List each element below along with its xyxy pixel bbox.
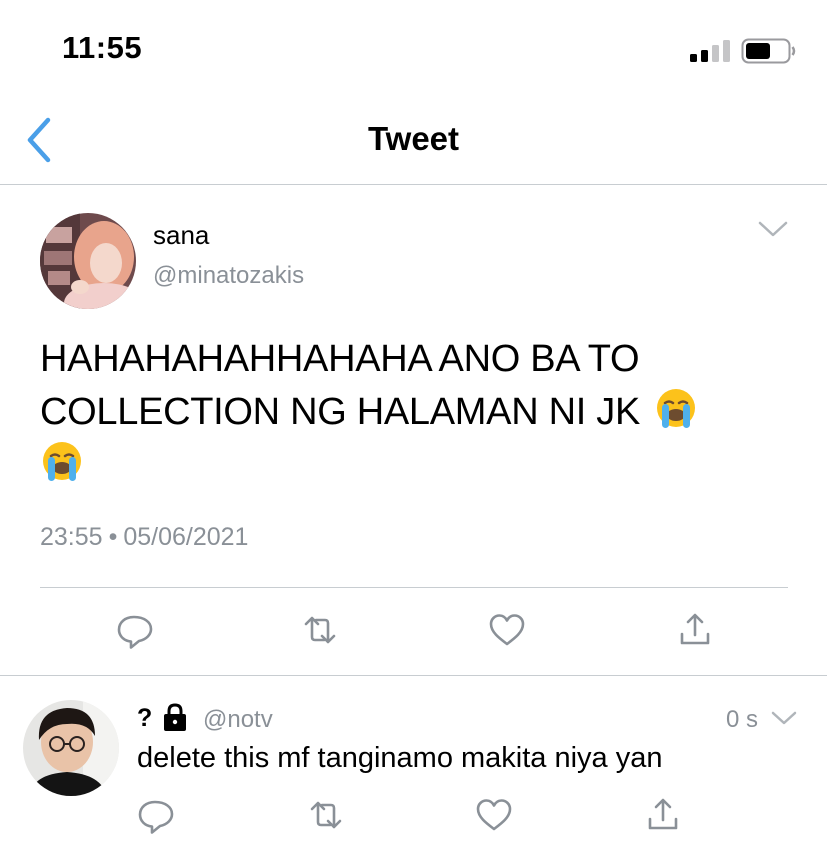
lock-icon: [164, 703, 186, 731]
share-icon[interactable]: [675, 610, 715, 650]
tweet-date: 05/06/2021: [123, 523, 249, 551]
divider: [40, 587, 788, 588]
author-handle[interactable]: @minatozakis: [153, 262, 304, 290]
tweet-time: 23:55: [40, 523, 103, 551]
reply-icon[interactable]: [136, 795, 176, 835]
tweet-text: HAHAHAHAHHAHAHA ANO BA TO COLLECTION NG …: [40, 333, 780, 492]
retweet-icon[interactable]: [306, 795, 346, 835]
chevron-down-icon[interactable]: [757, 217, 789, 241]
tweet-detail-screen: 11:55 Tweet sana @minatozakis HAHAHAHAHH…: [0, 0, 827, 841]
like-icon[interactable]: [487, 610, 527, 650]
page-title: Tweet: [367, 120, 460, 157]
retweet-icon[interactable]: [300, 610, 340, 650]
separator-dot: •: [108, 523, 118, 551]
tweet-text-line: COLLECTION NG HALAMAN NI JK: [40, 391, 641, 433]
reply-text: delete this mf tanginamo makita niya yan: [137, 742, 663, 774]
author-avatar[interactable]: [40, 213, 136, 309]
like-icon[interactable]: [474, 795, 514, 835]
cellular-signal-icon: [690, 40, 730, 62]
tweet-text-line: HAHAHAHAHHAHAHA ANO BA TO: [40, 338, 640, 380]
divider: [0, 675, 827, 676]
reply-author-avatar[interactable]: [23, 700, 119, 796]
reply-author-handle[interactable]: @notv: [203, 706, 273, 734]
share-icon[interactable]: [643, 795, 683, 835]
tweet-timestamp: 23:55 • 05/06/2021: [40, 523, 248, 552]
nav-divider: [0, 184, 827, 185]
chevron-down-icon[interactable]: [770, 707, 798, 729]
status-time: 11:55: [62, 30, 143, 65]
reply-author-name[interactable]: ?: [137, 704, 152, 733]
reply-icon[interactable]: [115, 610, 155, 650]
battery-icon: [741, 38, 796, 64]
loudly-crying-face-icon: [657, 389, 696, 428]
reply-time: 0 s: [726, 706, 759, 733]
loudly-crying-face-icon: [43, 442, 81, 481]
author-name[interactable]: sana: [153, 220, 209, 251]
